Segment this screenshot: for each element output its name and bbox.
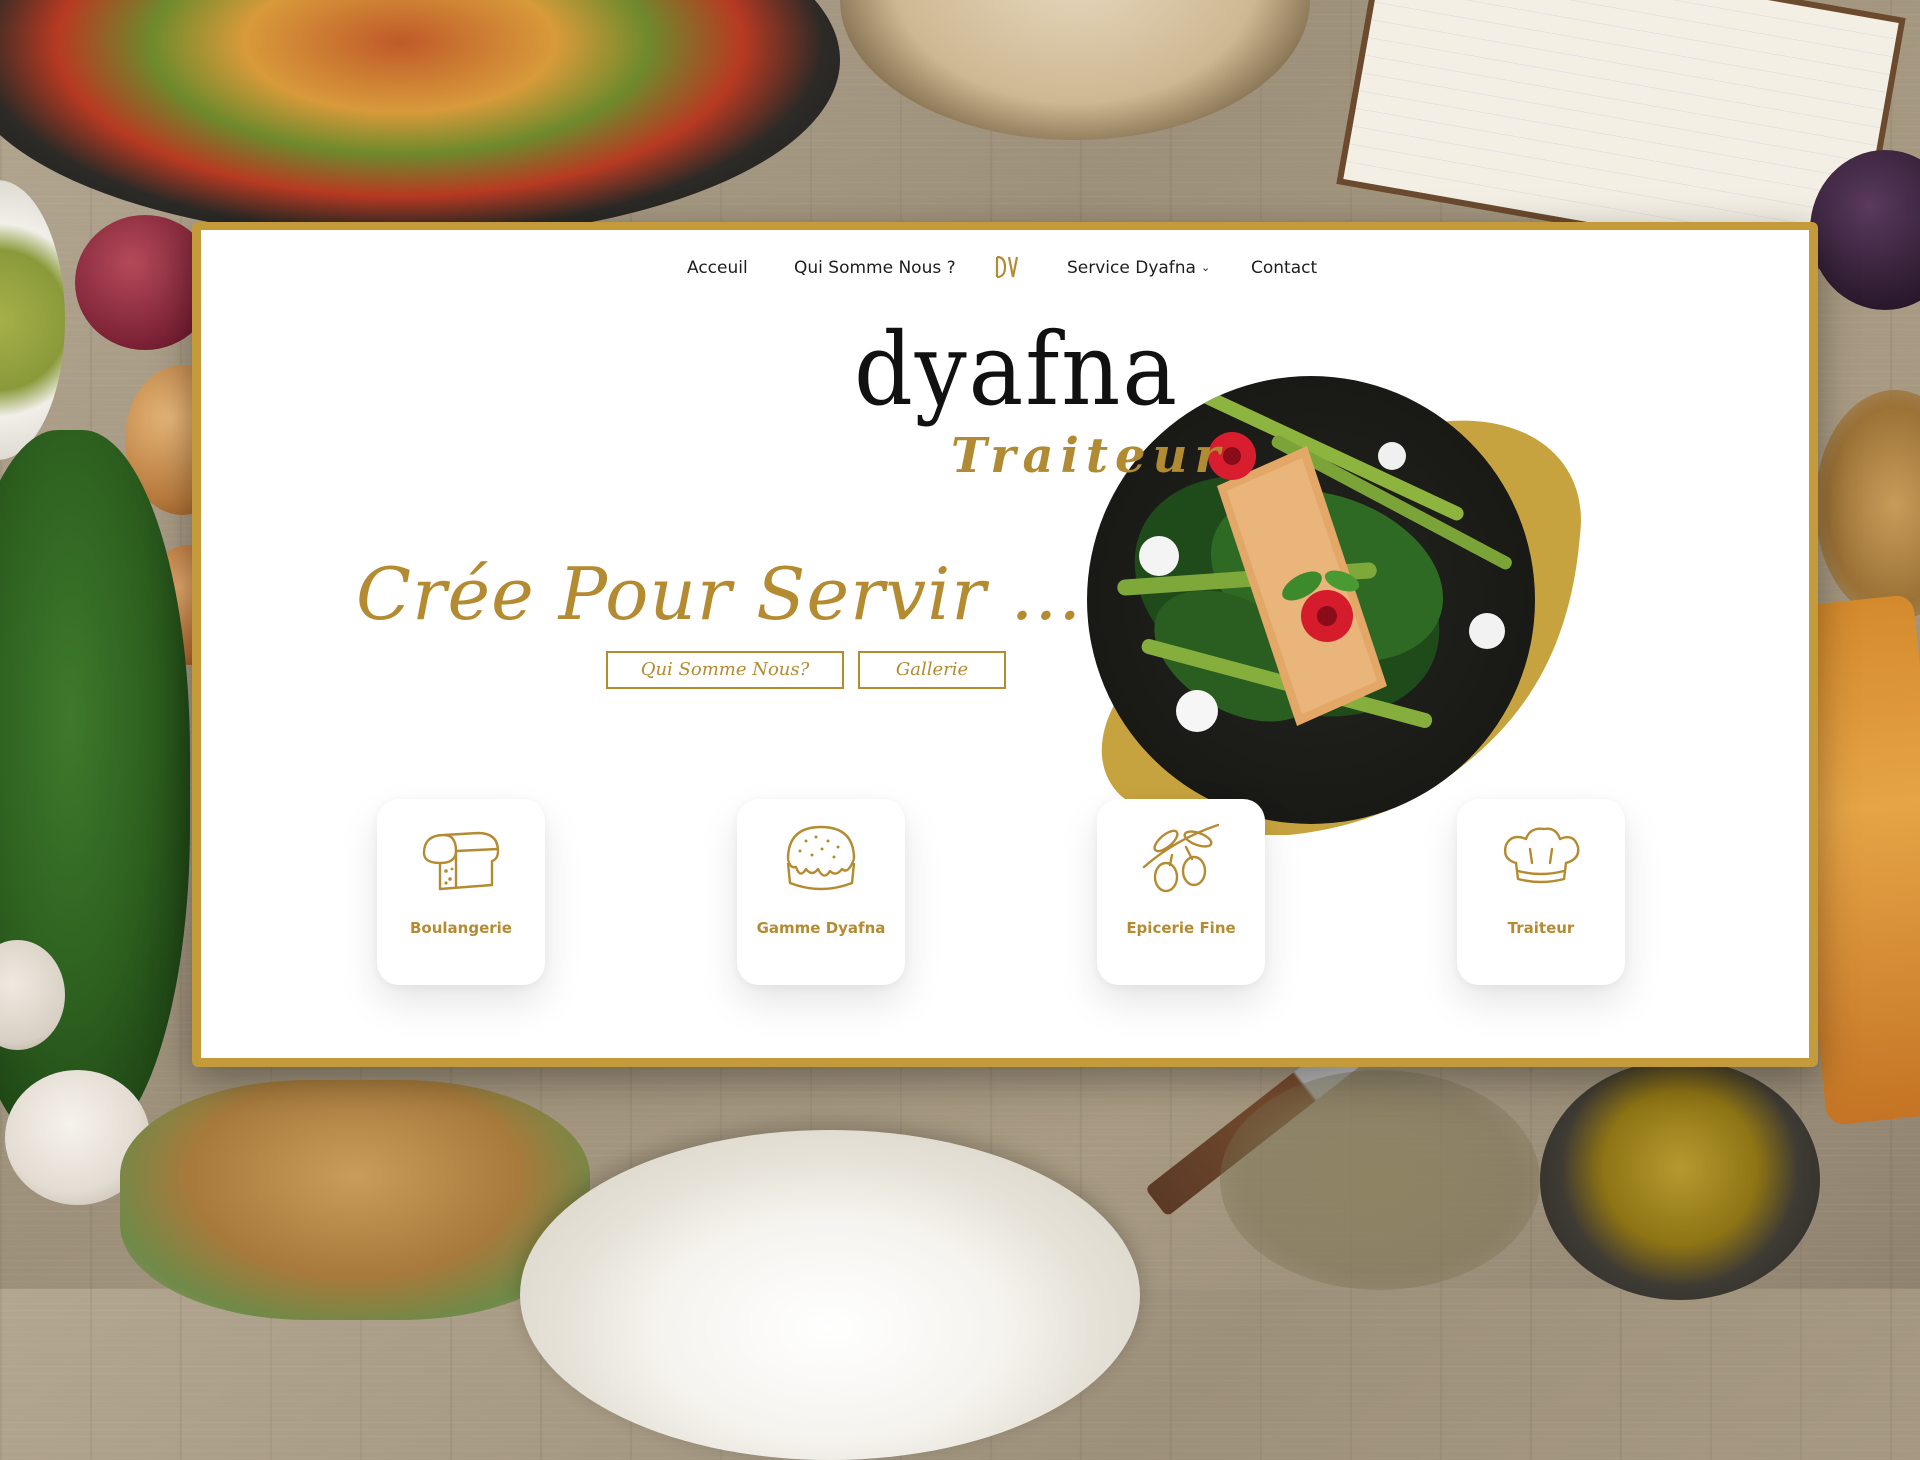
background-rosemary — [1220, 1070, 1540, 1290]
service-card-epicerie-fine[interactable]: Epicerie Fine — [1097, 799, 1265, 985]
service-label: Boulangerie — [410, 919, 512, 937]
nav-item-contact[interactable]: Contact — [1251, 258, 1317, 278]
dyafna-monogram-icon[interactable] — [994, 254, 1020, 280]
chevron-down-icon: ⌄ — [1200, 260, 1211, 274]
service-label: Epicerie Fine — [1126, 919, 1236, 937]
service-card-boulangerie[interactable]: Boulangerie — [377, 799, 545, 985]
nav-item-service-label: Service Dyafna — [1067, 258, 1196, 278]
background-pasta — [120, 1080, 590, 1320]
background-pan-dish — [0, 0, 840, 240]
background-olive-bowl — [0, 180, 65, 460]
brand-logo: dyafna — [854, 311, 1179, 428]
nav-item-acceuil[interactable]: Acceuil — [687, 258, 748, 278]
background-oil-bowl — [1540, 1060, 1820, 1300]
cake-icon — [786, 825, 856, 891]
nav-item-service-dyafna[interactable]: Service Dyafna ⌄ — [1067, 258, 1210, 278]
gallerie-button[interactable]: Gallerie — [858, 651, 1006, 689]
website-card: Acceuil Qui Somme Nous ? Service Dyafna ⌄… — [201, 230, 1809, 1058]
background-dried-herbs — [1815, 390, 1920, 620]
service-card-traiteur[interactable]: Traiteur — [1457, 799, 1625, 985]
bread-loaf-icon — [422, 831, 500, 891]
hero-tagline: Crée Pour Servir ... — [356, 552, 1083, 636]
service-label: Traiteur — [1507, 919, 1575, 937]
olive-branch-icon — [1142, 823, 1220, 893]
background-bread — [840, 0, 1310, 140]
background-plate — [520, 1130, 1140, 1460]
nav-item-qui-somme-nous[interactable]: Qui Somme Nous ? — [794, 258, 956, 278]
brand-subtitle: Traiteur — [951, 428, 1227, 484]
service-label: Gamme Dyafna — [756, 919, 886, 937]
top-navigation: Acceuil Qui Somme Nous ? Service Dyafna ⌄… — [201, 250, 1809, 290]
service-card-gamme-dyafna[interactable]: Gamme Dyafna — [737, 799, 905, 985]
chef-hat-icon — [1503, 827, 1580, 884]
qui-somme-nous-button[interactable]: Qui Somme Nous? — [606, 651, 844, 689]
